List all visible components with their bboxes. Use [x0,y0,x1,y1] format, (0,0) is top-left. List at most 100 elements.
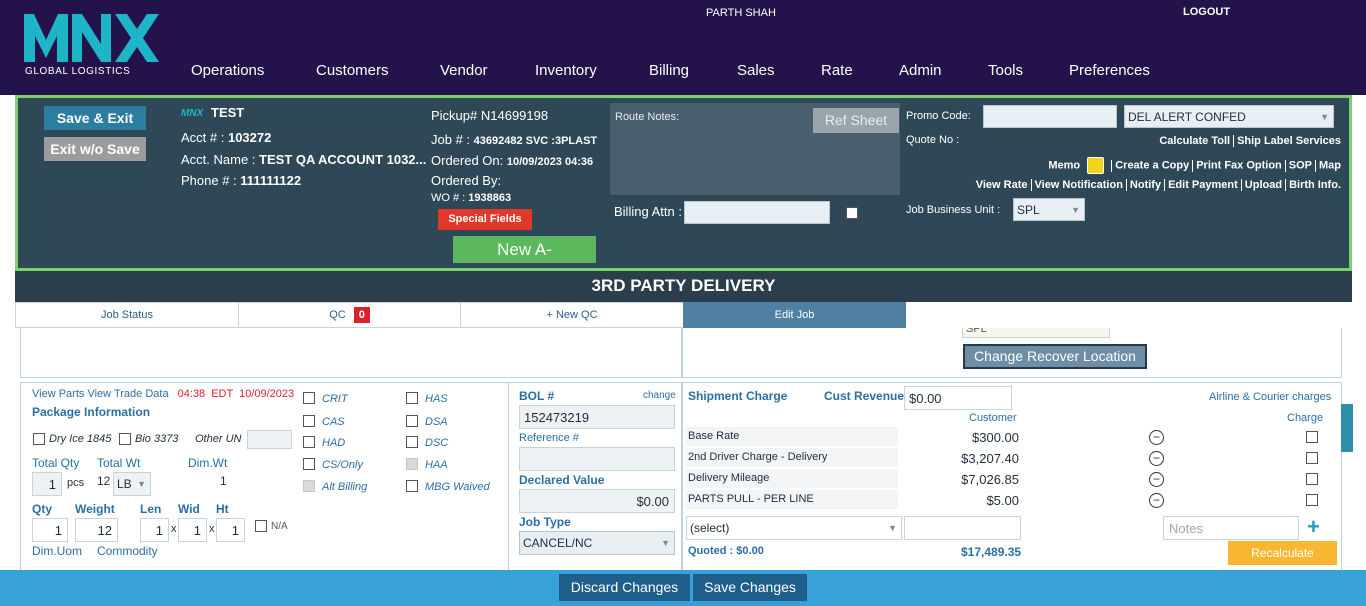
airline-courier-link[interactable]: Airline & Courier charges [1209,391,1331,403]
map-link[interactable]: Map [1319,159,1341,171]
nav-tools[interactable]: Tools [988,62,1023,79]
dsc-checkbox[interactable] [406,436,418,448]
create-copy-link[interactable]: Create a Copy [1115,159,1189,171]
cas-checkbox[interactable] [303,415,315,427]
len-input[interactable]: 1 [140,518,169,542]
tab-edit-job[interactable]: Edit Job [683,302,906,328]
dim-wt-label: Dim.Wt [188,456,228,470]
billing-attn-checkbox[interactable] [846,207,858,219]
nav-customers[interactable]: Customers [316,62,389,79]
quoted-row: Quoted : $0.00 [688,545,764,557]
edit-payment-link[interactable]: Edit Payment [1168,179,1238,191]
wid-input[interactable]: 1 [178,518,207,542]
save-changes-button[interactable]: Save Changes [693,574,807,601]
weight-input[interactable]: 12 [75,518,118,542]
add-charge-select[interactable]: (select) ▼ [686,516,902,540]
promo-code-label: Promo Code: [906,110,971,122]
nav-inventory[interactable]: Inventory [535,62,597,79]
billing-attn-input[interactable] [684,201,830,224]
scrollbar-thumb[interactable] [1341,404,1353,452]
view-parts-row: View Parts View Trade Data 04:38 EDT 10/… [32,388,294,400]
total-qty-input[interactable]: 1 [32,472,62,496]
mbg-waived-checkbox[interactable] [406,480,418,492]
promo-code-input[interactable] [983,105,1117,128]
job-type-select[interactable]: CANCEL/NC ▼ [519,531,675,555]
discard-changes-button[interactable]: Discard Changes [559,574,690,601]
nav-preferences[interactable]: Preferences [1069,62,1150,79]
edit-job-content: SPL Change Recover Location View Parts V… [15,328,1352,570]
cs-only-checkbox[interactable] [303,458,315,470]
view-notification-link[interactable]: View Notification [1035,179,1123,191]
notes-input[interactable]: Notes [1163,516,1299,540]
charge-checkbox[interactable] [1306,452,1318,464]
charge-checkbox[interactable] [1306,494,1318,506]
cust-revenue-input[interactable]: $0.00 [904,386,1012,410]
notify-link[interactable]: Notify [1130,179,1161,191]
crit-checkbox[interactable] [303,392,315,404]
view-parts-link[interactable]: View Parts [32,388,84,400]
chevron-down-icon: ▼ [137,479,146,489]
remove-charge-icon[interactable]: − [1149,451,1164,466]
logo-subtitle: GLOBAL LOGISTICS [25,66,131,77]
memo-note-icon[interactable] [1087,157,1105,174]
nav-vendor[interactable]: Vendor [440,62,488,79]
dsa-checkbox[interactable] [406,415,418,427]
ht-input[interactable]: 1 [216,518,245,542]
dry-ice-checkbox[interactable] [33,433,45,445]
reference-input[interactable] [519,447,675,471]
ref-sheet-button[interactable]: Ref Sheet [813,108,899,133]
del-alert-select[interactable]: DEL ALERT CONFED ▼ [1124,105,1334,128]
remove-charge-icon[interactable]: − [1149,472,1164,487]
nav-sales[interactable]: Sales [737,62,775,79]
sop-link[interactable]: SOP [1289,159,1312,171]
logout-link[interactable]: LOGOUT [1183,6,1230,18]
add-charge-plus-icon[interactable]: + [1307,514,1320,540]
recalculate-button[interactable]: Recalculate [1228,541,1337,565]
dim-wt-value: 1 [220,474,227,488]
job-business-unit-select[interactable]: SPL ▼ [1013,198,1085,221]
remove-charge-icon[interactable]: − [1149,493,1164,508]
birth-info-link[interactable]: Birth Info. [1289,179,1341,191]
qty-input[interactable]: 1 [32,518,68,542]
recover-location-field[interactable]: SPL [962,328,1110,338]
has-checkbox[interactable] [406,392,418,404]
charge-checkbox[interactable] [1306,431,1318,443]
new-a-button[interactable]: New A- [453,236,596,263]
bio-checkbox[interactable] [119,433,131,445]
job-row: Job # : 43692482 SVC :3PLAST [431,132,598,147]
memo-link[interactable]: Memo [1048,159,1080,171]
tab-new-qc[interactable]: + New QC [460,302,684,328]
acct-number: 103272 [227,130,272,145]
bol-change-link[interactable]: change [643,390,676,401]
tab-job-status[interactable]: Job Status [15,302,239,328]
tab-qc[interactable]: QC 0 [238,302,461,328]
view-rate-link[interactable]: View Rate [976,179,1028,191]
weight-unit-select[interactable]: LB ▼ [113,472,151,496]
na-checkbox[interactable] [255,520,267,532]
cas-label: CAS [322,416,345,428]
change-recover-location-button[interactable]: Change Recover Location [963,344,1147,369]
special-fields-button[interactable]: Special Fields [438,209,532,230]
upload-link[interactable]: Upload [1245,179,1282,191]
view-trade-data-link[interactable]: View Trade Data [87,388,168,400]
nav-billing[interactable]: Billing [649,62,689,79]
nav-operations[interactable]: Operations [191,62,264,79]
job-type-label: Job Type [519,515,571,529]
save-exit-button[interactable]: Save & Exit [44,106,146,130]
bol-input[interactable]: 152473219 [519,405,675,429]
had-checkbox[interactable] [303,436,315,448]
add-charge-amount-input[interactable] [904,516,1021,540]
calculate-toll-link[interactable]: Calculate Toll [1159,135,1230,147]
declared-value-input[interactable]: $0.00 [519,489,675,513]
print-fax-option-link[interactable]: Print Fax Option [1196,159,1282,171]
ship-label-services-link[interactable]: Ship Label Services [1237,135,1341,147]
other-un-input[interactable] [247,430,292,449]
qc-count-badge: 0 [353,307,370,323]
nav-rate[interactable]: Rate [821,62,853,79]
remove-charge-icon[interactable]: − [1149,430,1164,445]
charge-checkbox[interactable] [1306,473,1318,485]
links-row-2: Memo Create a Copy Print Fax Option SOP Map [1048,157,1341,174]
mnx-logo[interactable] [24,14,160,62]
nav-admin[interactable]: Admin [899,62,942,79]
exit-without-save-button[interactable]: Exit w/o Save [44,137,146,161]
